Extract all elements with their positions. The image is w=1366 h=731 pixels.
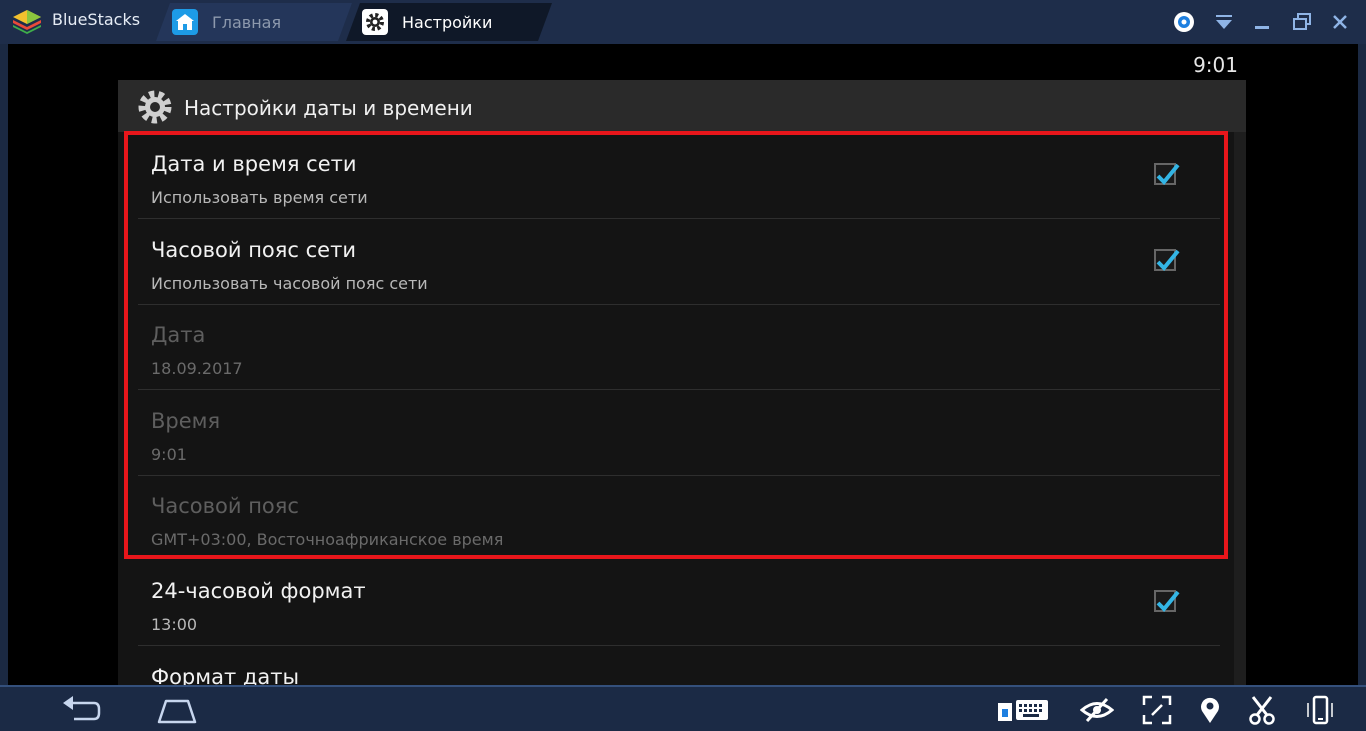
keyboard-icon[interactable] bbox=[996, 695, 1050, 725]
setting-subtitle: Использовать часовой пояс сети bbox=[151, 274, 428, 293]
setting-date[interactable]: Дата 18.09.2017 bbox=[138, 304, 1220, 390]
dropdown-icon[interactable] bbox=[1212, 10, 1236, 34]
visibility-off-icon[interactable] bbox=[1080, 695, 1114, 725]
brand: BlueStacks bbox=[0, 0, 160, 44]
setting-24-hour-format[interactable]: 24-часовой формат 13:00 bbox=[138, 560, 1220, 646]
home-nav-icon[interactable] bbox=[156, 695, 198, 725]
setting-network-timezone[interactable]: Часовой пояс сети Использовать часовой п… bbox=[138, 219, 1220, 305]
check-icon bbox=[1156, 163, 1180, 185]
check-icon bbox=[1156, 590, 1180, 612]
setting-subtitle: 13:00 bbox=[151, 615, 198, 634]
settings-gear-icon bbox=[138, 90, 172, 124]
close-icon[interactable] bbox=[1328, 10, 1352, 34]
brand-name: BlueStacks bbox=[52, 10, 141, 29]
back-icon[interactable] bbox=[60, 695, 102, 725]
setting-subtitle: GMT+03:00, Восточноафриканское время bbox=[151, 530, 504, 549]
settings-header: Настройки даты и времени bbox=[118, 80, 1246, 132]
setting-subtitle: Использовать время сети bbox=[151, 188, 368, 207]
setting-subtitle: 18.09.2017 bbox=[151, 359, 243, 378]
restore-icon[interactable] bbox=[1290, 10, 1314, 34]
setting-subtitle: 9:01 bbox=[151, 445, 187, 464]
setting-network-time[interactable]: Дата и время сети Использовать время сет… bbox=[138, 133, 1220, 219]
fullscreen-icon[interactable] bbox=[1142, 695, 1172, 725]
setting-title: Формат даты bbox=[151, 665, 300, 685]
setting-title: Часовой пояс сети bbox=[151, 238, 356, 262]
rotate-device-icon[interactable] bbox=[1305, 695, 1335, 725]
settings-panel: Настройки даты и времени Дата и время се… bbox=[118, 80, 1246, 685]
check-icon bbox=[1156, 249, 1180, 271]
setting-date-format[interactable]: Формат даты bbox=[138, 646, 1220, 685]
setting-title: Дата и время сети bbox=[151, 152, 357, 176]
account-icon[interactable] bbox=[1172, 10, 1196, 34]
setting-title: 24-часовой формат bbox=[151, 579, 366, 603]
android-screen: 9:01 Настройки даты и времени Дата и вре… bbox=[8, 44, 1358, 685]
setting-title: Время bbox=[151, 409, 221, 433]
setting-timezone[interactable]: Часовой пояс GMT+03:00, Восточноафриканс… bbox=[138, 475, 1220, 561]
location-icon[interactable] bbox=[1198, 695, 1222, 725]
network-time-checkbox[interactable] bbox=[1154, 163, 1180, 185]
tab-settings-label: Настройки bbox=[402, 13, 493, 32]
setting-time[interactable]: Время 9:01 bbox=[138, 390, 1220, 476]
minimize-icon[interactable] bbox=[1250, 10, 1274, 34]
24-hour-format-checkbox[interactable] bbox=[1154, 590, 1180, 612]
gear-icon bbox=[362, 9, 388, 35]
title-bar: BlueStacks Главная Настройки bbox=[0, 0, 1366, 44]
status-time: 9:01 bbox=[1193, 53, 1238, 77]
settings-title: Настройки даты и времени bbox=[184, 96, 473, 120]
tab-home[interactable]: Главная bbox=[156, 3, 352, 41]
bottom-navbar bbox=[0, 685, 1366, 731]
scrollbar[interactable] bbox=[1234, 132, 1246, 685]
home-icon bbox=[172, 9, 198, 35]
tab-home-label: Главная bbox=[212, 13, 282, 32]
setting-title: Дата bbox=[151, 323, 206, 347]
scissors-icon[interactable] bbox=[1247, 695, 1277, 725]
network-timezone-checkbox[interactable] bbox=[1154, 249, 1180, 271]
tab-settings[interactable]: Настройки bbox=[346, 3, 552, 41]
bluestacks-logo-icon bbox=[13, 10, 41, 34]
setting-title: Часовой пояс bbox=[151, 494, 299, 518]
